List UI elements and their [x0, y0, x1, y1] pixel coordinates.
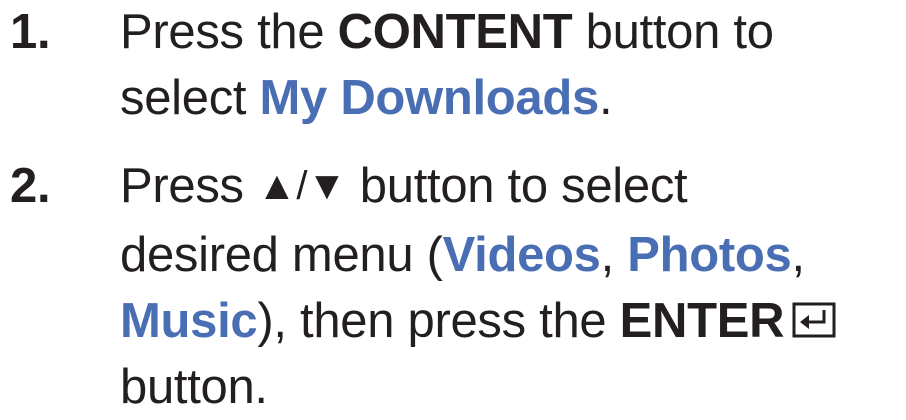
videos-menu-label: Videos [442, 228, 601, 282]
enter-button-label: ENTER [619, 294, 785, 348]
step-text: Press [120, 159, 258, 213]
step-text: . [598, 71, 613, 125]
step-text: , [600, 228, 628, 282]
step-number: 1. [10, 5, 51, 59]
step-text: Press the [120, 5, 338, 59]
step-text: select [120, 71, 260, 125]
step-text: ), then press the [257, 294, 620, 348]
step-text: , [791, 228, 806, 282]
step-text: button. [120, 360, 268, 414]
step-number: 2. [10, 159, 51, 213]
step-text: button to [572, 5, 774, 59]
step-line: desired menu (Videos, Photos, [120, 222, 906, 288]
enter-icon [792, 302, 836, 338]
my-downloads-menu-label: My Downloads [259, 71, 600, 125]
step-2: 2. Press ▲/▼ button to select desired me… [0, 153, 906, 420]
step-line: button. [120, 354, 906, 420]
up-down-arrows-icon: ▲/▼ [257, 164, 347, 208]
step-text: button to select [346, 159, 688, 213]
step-line: Press ▲/▼ button to select [120, 153, 906, 222]
photos-menu-label: Photos [627, 228, 792, 282]
step-line: Press the CONTENT button to [120, 0, 906, 65]
music-menu-label: Music [120, 294, 258, 348]
step-1: 1. Press the CONTENT button to select My… [0, 0, 906, 131]
step-text: desired menu ( [120, 228, 443, 282]
instruction-steps: 1. Press the CONTENT button to select My… [0, 0, 906, 420]
content-button-label: CONTENT [337, 5, 573, 59]
step-line: Music), then press the ENTER [120, 288, 906, 354]
step-line: select My Downloads. [120, 65, 906, 131]
